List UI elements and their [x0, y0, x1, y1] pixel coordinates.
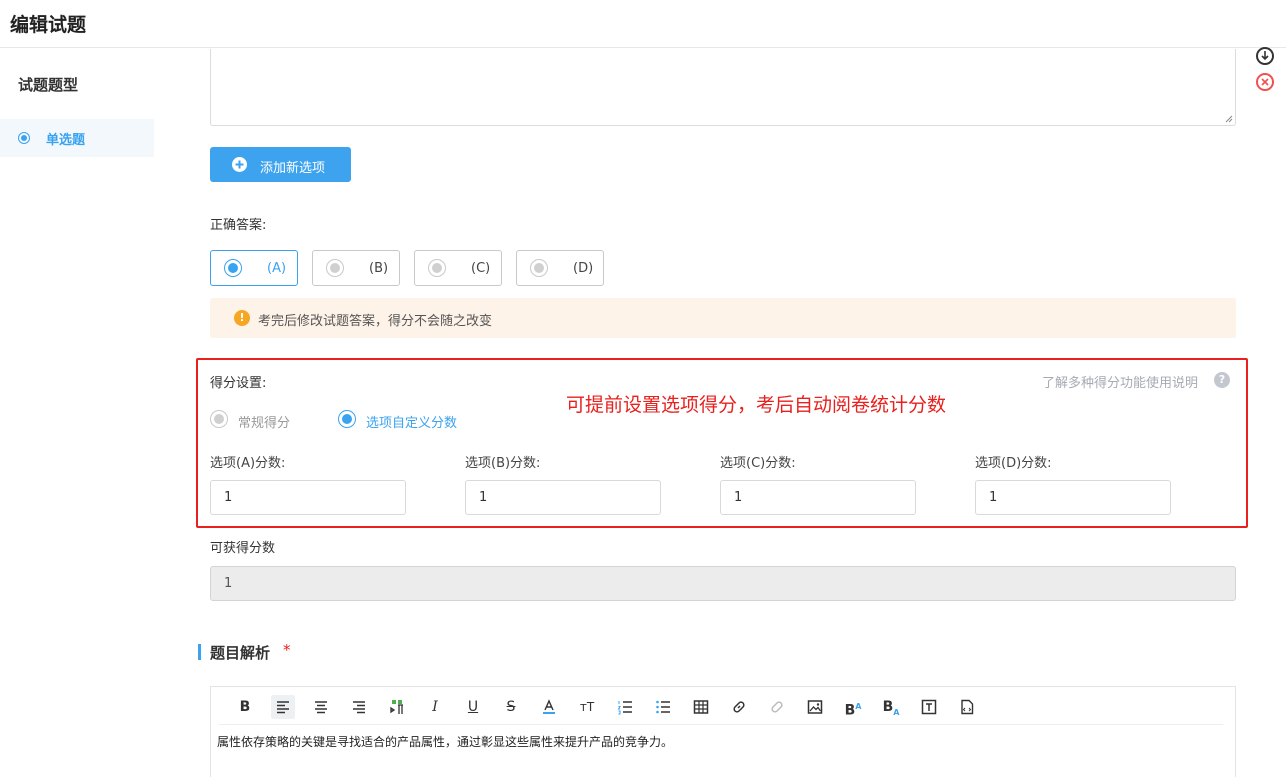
score-mode-label: 选项自定义分数 — [366, 416, 458, 431]
text-box-icon[interactable] — [917, 695, 941, 719]
radio-dot-icon — [18, 132, 30, 144]
option-c-score-label: 选项(C)分数: — [720, 456, 796, 471]
sidebar-item-single-choice[interactable]: 单选题 — [0, 119, 154, 157]
add-option-button[interactable]: 添加新选项 — [210, 147, 351, 182]
analysis-rich-text-editor[interactable]: B I U S тT BA BA 属性依存策略的关键是寻找适合的产品属性，通过彰… — [210, 686, 1236, 777]
score-mode-label: 常规得分 — [238, 416, 291, 431]
radio-icon — [224, 259, 242, 277]
resize-grip-icon[interactable] — [1225, 115, 1233, 123]
radio-icon — [338, 410, 356, 428]
annotation-text: 可提前设置选项得分，考后自动阅卷统计分数 — [566, 394, 947, 416]
code-file-icon[interactable] — [955, 695, 979, 719]
strikethrough-icon[interactable]: S — [499, 695, 523, 719]
superscript-icon[interactable]: BA — [841, 695, 865, 719]
arrow-down-circle-icon[interactable] — [1256, 47, 1274, 65]
answer-option-label: (C) — [471, 261, 491, 276]
question-type-sidebar: 试题题型 单选题 — [0, 49, 160, 777]
font-color-icon[interactable] — [537, 695, 561, 719]
warning-text: 考完后修改试题答案，得分不会随之改变 — [258, 314, 493, 329]
radio-icon — [530, 259, 548, 277]
align-right-icon[interactable] — [347, 695, 371, 719]
link-icon[interactable] — [727, 695, 751, 719]
obtainable-score-field: 1 — [210, 566, 1236, 601]
required-mark: * — [283, 641, 291, 659]
answer-option-b[interactable]: (B) — [312, 250, 400, 286]
option-c-score-input[interactable]: 1 — [720, 480, 916, 515]
sidebar-title: 试题题型 — [18, 76, 79, 94]
option-b-score-label: 选项(B)分数: — [465, 456, 541, 471]
warning-icon: ! — [234, 310, 250, 326]
page-title: 编辑试题 — [10, 14, 87, 36]
obtainable-score-label: 可获得分数 — [210, 541, 276, 556]
analysis-section-title: 题目解析 — [210, 644, 271, 662]
radio-icon — [428, 259, 446, 277]
option-d-score-label: 选项(D)分数: — [975, 456, 1052, 471]
add-option-label: 添加新选项 — [260, 161, 326, 176]
answer-option-a[interactable]: (A) — [210, 250, 298, 286]
section-accent-bar — [198, 644, 201, 660]
answer-option-label: (B) — [369, 261, 389, 276]
analysis-content[interactable]: 属性依存策略的关键是寻找适合的产品属性，通过彰显这些属性来提升产品的竞争力。 — [217, 733, 673, 750]
option-a-score-label: 选项(A)分数: — [210, 456, 286, 471]
answer-option-label: (A) — [267, 261, 287, 276]
page-header: 编辑试题 — [0, 0, 1286, 48]
align-center-icon[interactable] — [309, 695, 333, 719]
option-d-score-input[interactable]: 1 — [975, 480, 1171, 515]
option-a-score-input[interactable]: 1 — [210, 480, 406, 515]
table-icon[interactable] — [689, 695, 713, 719]
score-help-link[interactable]: 了解多种得分功能使用说明 — [1042, 372, 1198, 391]
image-icon[interactable] — [803, 695, 827, 719]
align-left-icon[interactable] — [271, 695, 295, 719]
warning-banner: ! 考完后修改试题答案，得分不会随之改变 — [210, 298, 1236, 338]
text-direction-icon[interactable] — [385, 695, 409, 719]
sidebar-item-label: 单选题 — [46, 133, 86, 148]
answer-option-c[interactable]: (C) — [414, 250, 502, 286]
question-mark-icon[interactable]: ? — [1214, 372, 1230, 388]
radio-icon — [210, 410, 228, 428]
plus-circle-icon — [232, 157, 247, 172]
score-settings-label: 得分设置: — [210, 376, 267, 391]
option-b-score-input[interactable]: 1 — [465, 480, 661, 515]
font-size-icon[interactable]: тT — [575, 695, 599, 719]
subscript-icon[interactable]: BA — [879, 695, 903, 719]
answer-option-d[interactable]: (D) — [516, 250, 604, 286]
unlink-icon[interactable] — [765, 695, 789, 719]
close-circle-icon[interactable] — [1256, 73, 1274, 91]
editor-toolbar: B I U S тT BA BA — [219, 687, 1223, 725]
option-text-area[interactable] — [210, 49, 1236, 126]
radio-icon — [326, 259, 344, 277]
correct-answer-label: 正确答案: — [210, 218, 267, 233]
underline-icon[interactable]: U — [461, 695, 485, 719]
ordered-list-icon[interactable] — [613, 695, 637, 719]
bold-icon[interactable]: B — [233, 695, 257, 719]
answer-option-label: (D) — [573, 261, 594, 276]
italic-icon[interactable]: I — [423, 695, 447, 719]
unordered-list-icon[interactable] — [651, 695, 675, 719]
